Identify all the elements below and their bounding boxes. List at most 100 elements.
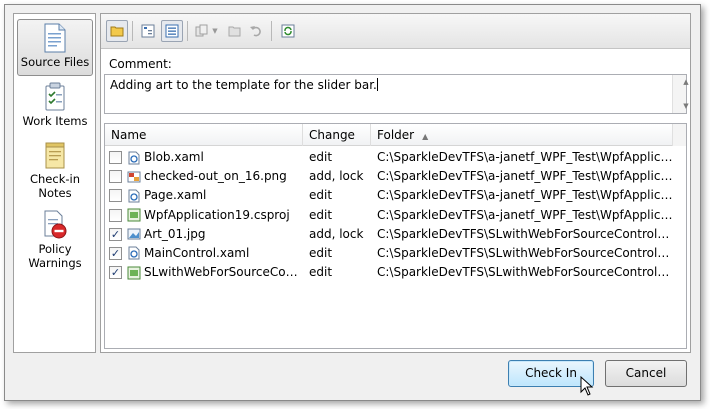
nav-item-work-items[interactable]: Work Items <box>17 80 93 134</box>
cell-name: WpfApplication19.csproj <box>127 206 303 225</box>
compare-dropdown[interactable]: ▼ <box>209 20 221 42</box>
open-folder-icon <box>228 26 241 37</box>
cell-name: checked-out_on_16.png <box>127 167 303 186</box>
comment-input[interactable]: Adding art to the template for the slide… <box>104 74 689 114</box>
cell-folder: C:\SparkleDevTFS\SLwithWebForSourceContr… <box>377 265 673 280</box>
tree-view-icon <box>141 24 155 38</box>
project-file-icon <box>127 266 141 280</box>
cell-folder: C:\SparkleDevTFS\a-janetf_WPF_Test\WpfAp… <box>377 150 673 164</box>
comment-scrollbar[interactable]: ▲ ▼ <box>672 75 689 113</box>
column-header-folder[interactable]: Folder ▲ <box>371 124 673 146</box>
file-name: MainControl.xaml <box>144 245 250 260</box>
cell-folder: C:\SparkleDevTFS\a-janetf_WPF_Test\WpfAp… <box>377 188 673 203</box>
cell-folder: C:\SparkleDevTFS\a-janetf_WPF_Test\WpfAp… <box>377 207 673 222</box>
cell-folder: C:\SparkleDevTFS\a-janetf_WPF_Test\WpfAp… <box>377 169 673 184</box>
text-caret <box>376 78 378 91</box>
include-checkbox[interactable] <box>109 189 122 203</box>
undo-icon <box>250 26 261 37</box>
cell-change: add, lock <box>309 226 364 241</box>
refresh-icon <box>281 24 295 38</box>
source-files-icon <box>44 23 66 53</box>
xaml-file-icon <box>128 151 140 164</box>
include-checkbox[interactable]: ✓ <box>109 266 122 280</box>
column-header-change[interactable]: Change <box>303 124 371 146</box>
comment-label: Comment: <box>109 57 172 71</box>
nav-label: Source Files <box>20 55 90 69</box>
table-row[interactable]: checked-out_on_16.png add, lock C:\Sparkle… <box>105 167 686 186</box>
folder-icon <box>110 26 124 37</box>
flat-view-button[interactable] <box>161 20 183 42</box>
file-name: Page.xaml <box>144 188 207 203</box>
source-files-pane: ▼ Comment: Adding art to the template fo… <box>100 13 691 353</box>
cell-folder: C:\SparkleDevTFS\SLwithWebForSourceContr… <box>377 245 673 260</box>
checkin-notes-icon <box>45 142 65 169</box>
image-file-icon <box>127 171 141 183</box>
column-header-name[interactable]: Name <box>105 124 303 146</box>
channel-nav: Source Files Work Items Check-in Notes P… <box>13 13 96 353</box>
include-checkbox[interactable] <box>109 170 122 184</box>
chevron-down-icon: ▼ <box>212 27 218 35</box>
cell-name: SLwithWebForSourceContro... <box>127 263 303 282</box>
policy-warnings-icon <box>44 210 67 239</box>
table-row[interactable]: WpfApplication19.csproj edit C:\SparkleDev… <box>105 206 686 225</box>
nav-item-checkin-notes[interactable]: Check-in Notes <box>17 138 93 204</box>
cell-change: edit <box>309 207 333 222</box>
scroll-down-icon[interactable]: ▼ <box>680 102 693 110</box>
nav-label: Policy Warnings <box>28 242 82 270</box>
scroll-up-icon[interactable]: ▲ <box>680 78 693 86</box>
cell-change: edit <box>309 188 333 203</box>
cell-change: edit <box>309 150 333 164</box>
file-name: WpfApplication19.csproj <box>144 207 290 222</box>
work-items-icon <box>45 82 65 111</box>
column-header-folder-label: Folder <box>377 128 415 142</box>
toolbar-separator <box>132 21 133 41</box>
table-row[interactable]: Page.xaml edit C:\SparkleDevTFS\a-janetf_W… <box>105 186 686 205</box>
refresh-button[interactable] <box>277 20 299 42</box>
xaml-file-icon <box>128 189 140 203</box>
file-name: SLwithWebForSourceContro... <box>144 265 303 280</box>
cell-change: edit <box>309 265 333 280</box>
table-row[interactable]: Blob.xaml edit C:\SparkleDevTFS\a-janetf_W… <box>105 148 686 167</box>
open-button[interactable] <box>224 20 246 42</box>
nav-item-policy-warnings[interactable]: Policy Warnings <box>17 208 93 274</box>
toolbar-separator <box>187 21 188 41</box>
xaml-file-icon <box>128 246 140 260</box>
file-name: Blob.xaml <box>144 150 204 164</box>
sort-ascending-icon: ▲ <box>422 132 429 141</box>
toolbar-separator <box>271 21 272 41</box>
include-checkbox[interactable] <box>109 151 122 164</box>
include-checkbox[interactable]: ✓ <box>109 246 122 260</box>
list-scrollbar[interactable] <box>672 124 686 146</box>
compare-icon <box>195 24 208 37</box>
cell-name: Blob.xaml <box>127 148 303 167</box>
undo-button[interactable] <box>245 20 267 42</box>
cell-name: MainControl.xaml <box>127 244 303 263</box>
cell-folder: C:\SparkleDevTFS\SLwithWebForSourceContr… <box>377 226 673 241</box>
cell-name: Art_01.jpg <box>127 225 303 244</box>
pending-changes-list: Name Change Folder ▲ Blob.xaml edit C:\Spar… <box>104 123 687 349</box>
file-name: Art_01.jpg <box>144 226 206 241</box>
nav-label: Work Items <box>22 114 88 128</box>
tree-view-button[interactable] <box>137 20 159 42</box>
mouse-cursor-icon <box>580 376 594 396</box>
list-rows: Blob.xaml edit C:\SparkleDevTFS\a-janetf_W… <box>105 148 686 282</box>
project-file-icon <box>127 208 141 222</box>
folder-view-button[interactable] <box>106 20 128 42</box>
file-name: checked-out_on_16.png <box>144 169 287 184</box>
comment-text: Adding art to the template for the slide… <box>110 78 377 92</box>
cell-change: edit <box>309 245 333 260</box>
cell-change: add, lock <box>309 169 364 184</box>
image-file-icon <box>127 228 141 240</box>
cell-name: Page.xaml <box>127 186 303 205</box>
nav-label: Check-in Notes <box>29 172 80 200</box>
nav-item-source-files[interactable]: Source Files <box>17 19 93 76</box>
table-row[interactable]: ✓ SLwithWebForSourceContro... edit C:\Spark… <box>105 263 686 282</box>
list-header: Name Change Folder ▲ <box>105 124 686 146</box>
list-view-icon <box>165 24 179 38</box>
table-row[interactable]: ✓ Art_01.jpg add, lock C:\SparkleDevTFS\SLw… <box>105 225 686 244</box>
toolbar: ▼ <box>101 14 690 49</box>
include-checkbox[interactable]: ✓ <box>109 227 122 241</box>
include-checkbox[interactable] <box>109 208 122 222</box>
cancel-button[interactable]: Cancel <box>605 360 687 387</box>
table-row[interactable]: ✓ MainControl.xaml edit C:\SparkleDevTFS\SL… <box>105 244 686 263</box>
